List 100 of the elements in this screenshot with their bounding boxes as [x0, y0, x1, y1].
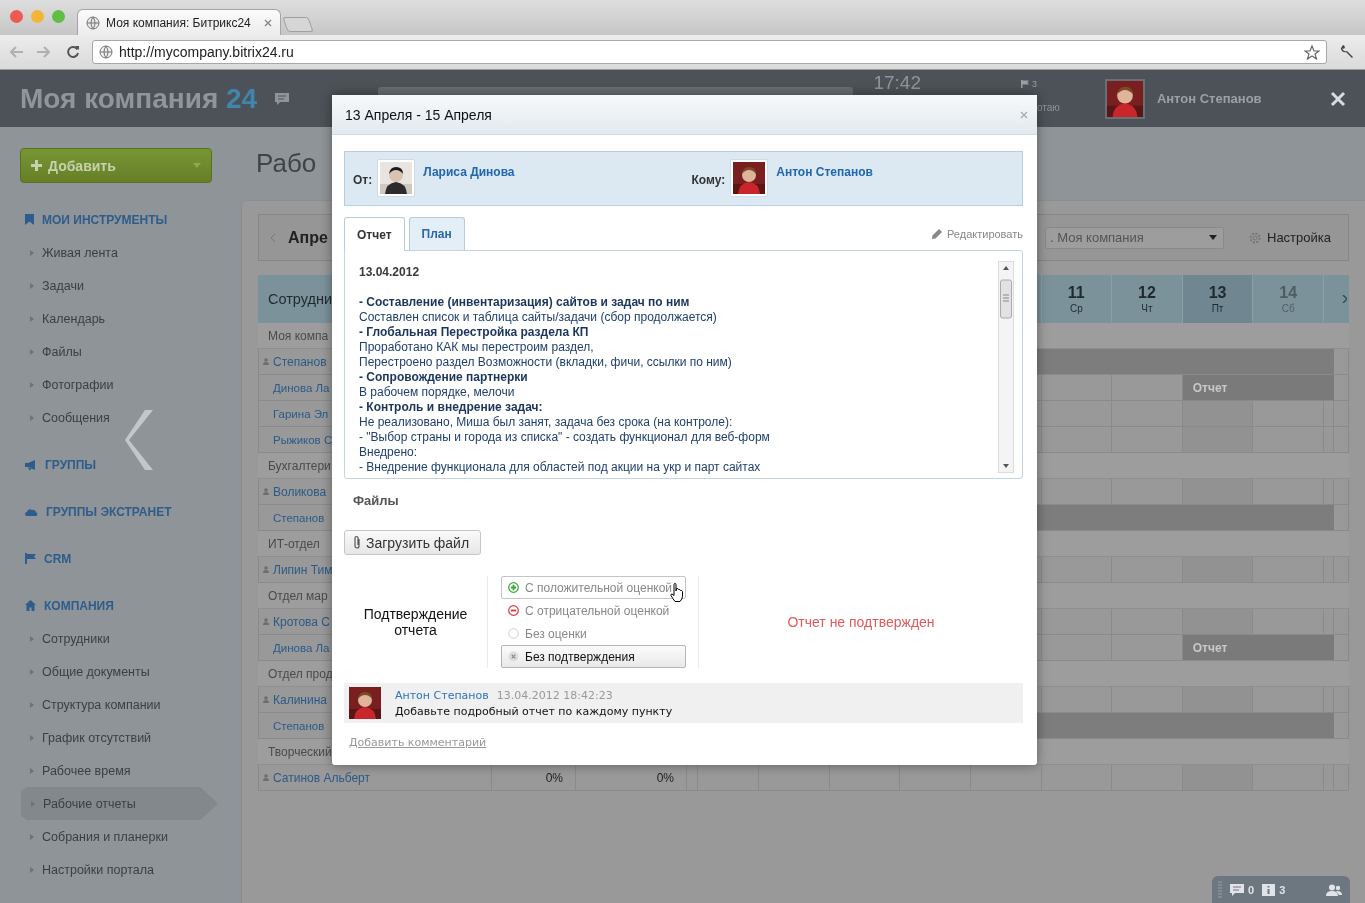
info-icon	[1262, 883, 1276, 896]
page-title: Рабо	[256, 148, 317, 179]
section-title[interactable]: CRM	[44, 551, 72, 566]
rating-option[interactable]: Без подтверждения	[501, 645, 686, 668]
chat-icon[interactable]	[275, 92, 290, 105]
employee-link[interactable]: Липин Тим	[273, 562, 333, 577]
user-name[interactable]: Антон Степанов	[1156, 91, 1262, 106]
hand-cursor-icon	[670, 583, 684, 602]
search-field[interactable]	[378, 87, 854, 95]
work-status[interactable]: отаю	[1037, 102, 1060, 113]
comment-author[interactable]: Антон Степанов	[395, 688, 489, 702]
globe-icon	[99, 45, 113, 59]
address-bar[interactable]: http://mycompany.bitrix24.ru	[92, 40, 1327, 64]
report-bar[interactable]: Отчет	[1182, 635, 1334, 661]
back-icon[interactable]	[10, 46, 24, 58]
scrollbar[interactable]	[998, 261, 1014, 473]
employee-link[interactable]: Динова Ла	[273, 641, 330, 654]
report-line: Не реализовано, Миша был занят, задача без срока (на контроле):	[359, 415, 734, 430]
table-cell	[1334, 687, 1349, 713]
table-cell	[1041, 557, 1113, 583]
employee-link[interactable]: Сатинов Альберт	[273, 770, 370, 785]
chevron-right-icon[interactable]	[1342, 295, 1347, 303]
employee-link[interactable]: Калинина	[273, 692, 327, 707]
notifications-button[interactable]: 3	[1262, 883, 1286, 896]
sidebar-item[interactable]: Рабочие отчеты	[21, 787, 218, 820]
report-bar[interactable]: Отчет	[1182, 375, 1334, 401]
employee-link[interactable]: Степанов	[273, 719, 325, 732]
sidebar-item[interactable]: Структура компании	[20, 688, 217, 721]
report-line: Перестроено раздел Возможности (вкладки, фичи, ссылки по ним)	[359, 355, 733, 370]
add-comment-link[interactable]: Добавить комментарий	[349, 736, 487, 749]
messages-button[interactable]: 0	[1230, 883, 1255, 896]
reload-icon[interactable]	[66, 45, 80, 59]
wrench-icon[interactable]	[1339, 44, 1355, 60]
table-cell	[1253, 609, 1324, 635]
table-cell	[1112, 687, 1183, 713]
new-tab-button[interactable]	[282, 17, 314, 32]
chevron-left-icon[interactable]	[125, 410, 155, 470]
section-title[interactable]: МОИ ИНСТРУМЕНТЫ	[42, 212, 168, 227]
sidebar-item[interactable]: Календарь	[20, 302, 217, 335]
recipient-link[interactable]: Антон Степанов	[776, 165, 873, 179]
sidebar-item[interactable]: Сотрудники	[20, 622, 217, 655]
sidebar-item[interactable]: Сообщения	[20, 401, 217, 434]
employee-link[interactable]: Кротова С	[273, 614, 331, 629]
star-icon[interactable]	[1304, 44, 1320, 60]
sender-link[interactable]: Лариса Динова	[423, 165, 515, 179]
table-cell	[1041, 609, 1113, 635]
tab[interactable]: Отчет	[344, 217, 405, 251]
sidebar-item[interactable]: Рабочее время	[20, 754, 217, 787]
sidebar-item[interactable]: Общие документы	[20, 655, 217, 688]
gear-icon	[1249, 231, 1261, 244]
settings-button[interactable]: Настройка	[1249, 230, 1331, 245]
company-dropdown[interactable]: . Моя компания	[1045, 226, 1224, 249]
forward-icon[interactable]	[36, 46, 50, 58]
rating-option[interactable]: Без оценки	[501, 622, 686, 645]
tab[interactable]: План	[408, 217, 465, 250]
bookmark-icon	[25, 214, 34, 225]
upload-button[interactable]: Загрузить файл	[344, 530, 482, 555]
globe-icon	[86, 15, 100, 30]
minimize-window-button[interactable]	[31, 10, 44, 23]
browser-tab[interactable]: Моя компания: Битрикс24	[77, 9, 281, 35]
table-cell	[1182, 479, 1254, 505]
table-cell	[1041, 401, 1113, 427]
employee-link[interactable]: Степанов	[273, 511, 325, 524]
employee-link[interactable]: Гарина Эл	[273, 407, 329, 420]
table-cell	[1041, 765, 1113, 791]
report-text-area[interactable]	[344, 250, 1023, 479]
sidebar-item[interactable]: Настройки портала	[20, 853, 217, 886]
sidebar-item[interactable]: Файлы	[20, 335, 217, 368]
person-icon	[263, 566, 269, 573]
employee-link[interactable]: Степанов	[273, 354, 327, 369]
report-line: - Составление (инвентаризация) сайтов и задач по ним	[359, 295, 691, 310]
sidebar-item[interactable]: Живая лента	[20, 236, 217, 269]
flag-count: 3	[1032, 79, 1037, 89]
sidebar-item[interactable]: Фотографии	[20, 368, 217, 401]
edit-link[interactable]: Редактировать	[947, 227, 1023, 240]
paperclip-icon	[353, 535, 361, 550]
employee-link[interactable]: Воликова	[273, 484, 327, 499]
report-line: - Контроль и внедрение задач:	[359, 400, 544, 415]
files-heading: Файлы	[352, 493, 400, 509]
chevron-left-icon[interactable]	[271, 233, 276, 242]
report-line: Составлен список и таблица сайты/задачи (сбор продолжается)	[359, 310, 718, 325]
table-cell	[1334, 609, 1349, 635]
sidebar-item[interactable]: Собрания и планерки	[20, 820, 217, 853]
table-cell	[1253, 687, 1324, 713]
rating-option[interactable]: С положительной оценкой	[501, 576, 686, 599]
employee-link[interactable]: Динова Ла	[273, 381, 330, 394]
close-icon[interactable]	[264, 18, 272, 27]
employee-link[interactable]: Рыжиков С	[273, 433, 333, 446]
logo[interactable]: Моя компания 24	[20, 82, 258, 115]
sidebar-item[interactable]: График отсутствий	[20, 721, 217, 754]
section-title[interactable]: КОМПАНИЯ	[44, 598, 114, 613]
people-icon[interactable]	[1326, 883, 1342, 896]
add-button[interactable]: Добавить	[20, 148, 212, 183]
x-circle-icon	[508, 651, 519, 662]
flag-icon[interactable]	[1021, 80, 1029, 88]
section-title[interactable]: ГРУППЫ	[45, 457, 97, 472]
sidebar-item[interactable]: Задачи	[20, 269, 217, 302]
zoom-window-button[interactable]	[52, 10, 65, 23]
close-window-button[interactable]	[10, 10, 23, 23]
section-title[interactable]: ГРУППЫ ЭКСТРАНЕТ	[46, 504, 172, 519]
